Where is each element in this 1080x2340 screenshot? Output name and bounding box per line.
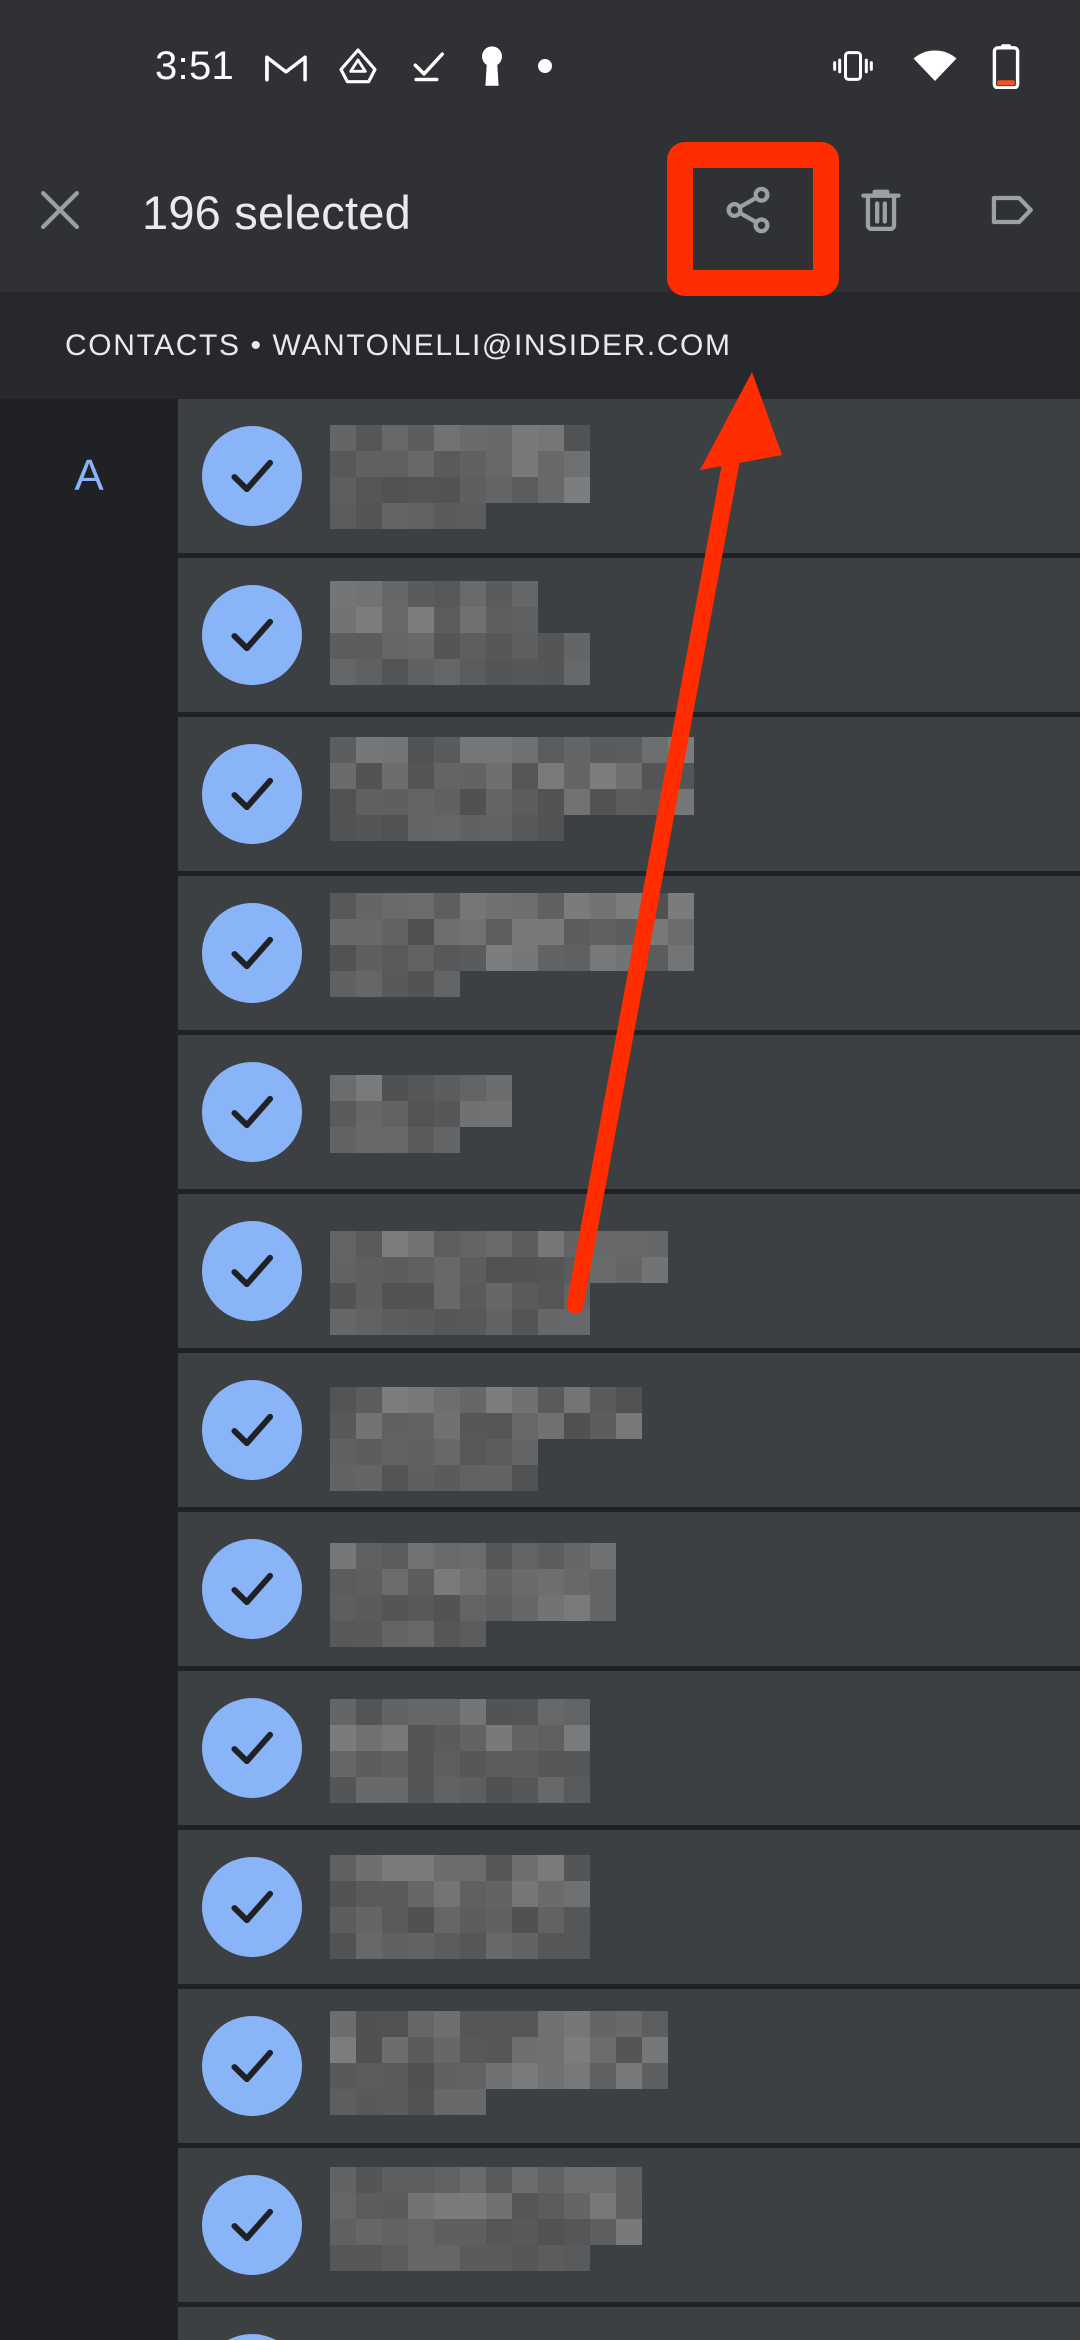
checked-circle [202,585,302,685]
check-icon [231,618,274,652]
contact-row[interactable] [0,1035,1080,1189]
status-bar-right [828,43,1036,89]
app-bar-actions [681,132,1080,292]
status-bar: 3:51 [0,0,1080,132]
close-icon [33,183,87,242]
checked-circle [202,2016,302,2116]
share-button[interactable] [681,132,814,292]
contact-checkbox[interactable] [178,2148,326,2302]
selection-count-title: 196 selected [142,185,411,239]
contact-row[interactable] [0,876,1080,1030]
check-icon [231,2208,274,2242]
contact-checkbox[interactable] [178,1194,326,1348]
wifi-icon [912,48,958,84]
account-header-label: CONTACTS • WANTONELLI@INSIDER.COM [65,328,732,362]
phone-screen: 3:51 196 selected CONTACTS • WANTONELLI@… [0,0,1080,2340]
contact-row[interactable] [0,2148,1080,2302]
contact-checkbox[interactable] [178,1512,326,1666]
section-letter: A [74,451,104,500]
vibrate-icon [828,49,878,83]
battery-low-icon [992,43,1020,89]
contact-row[interactable] [0,1671,1080,1825]
close-selection-button[interactable] [0,132,120,292]
check-icon [231,1890,274,1924]
contact-checkbox[interactable] [178,1989,326,2143]
checked-circle [202,903,302,1003]
checked-circle [202,1062,302,1162]
checked-circle [202,2175,302,2275]
status-bar-left: 3:51 [0,44,554,88]
drive-icon [338,46,378,86]
contact-checkbox[interactable] [178,1671,326,1825]
label-button[interactable] [947,132,1080,292]
tasks-check-icon [408,47,448,85]
checked-circle [202,1857,302,1957]
contact-checkbox[interactable] [178,558,326,712]
checked-circle [202,1698,302,1798]
contact-checkbox[interactable] [178,1035,326,1189]
selection-app-bar: 196 selected [0,132,1080,292]
check-icon [231,1254,274,1288]
checked-circle [202,2334,302,2340]
checked-circle [202,1221,302,1321]
contact-checkbox[interactable] [178,399,326,553]
delete-icon [854,183,908,242]
contact-row[interactable]: A [0,399,1080,553]
check-icon [231,459,274,493]
contact-checkbox[interactable] [178,2307,326,2340]
check-icon [231,1095,274,1129]
status-bar-clock: 3:51 [155,44,235,88]
checked-circle [202,1539,302,1639]
contact-row[interactable] [0,1353,1080,1507]
checked-circle [202,1380,302,1480]
share-icon [721,183,775,242]
gmail-icon [264,49,308,83]
check-icon [231,1413,274,1447]
contact-row[interactable] [0,2307,1080,2340]
contact-checkbox[interactable] [178,876,326,1030]
check-icon [231,936,274,970]
contact-checkbox[interactable] [178,717,326,871]
delete-button[interactable] [814,132,947,292]
contact-row[interactable] [0,558,1080,712]
contact-row[interactable] [0,1989,1080,2143]
contact-row[interactable] [0,1194,1080,1348]
check-icon [231,1572,274,1606]
keyhole-icon [478,44,506,88]
label-icon [985,181,1043,244]
contact-row[interactable] [0,717,1080,871]
contact-checkbox[interactable] [178,1353,326,1507]
checked-circle [202,744,302,844]
contact-row[interactable] [0,1512,1080,1666]
check-icon [231,2049,274,2083]
contact-checkbox[interactable] [178,1830,326,1984]
check-icon [231,777,274,811]
contact-row[interactable] [0,1830,1080,1984]
contact-list[interactable]: A [0,399,1080,2340]
checked-circle [202,426,302,526]
check-icon [231,1731,274,1765]
dot-icon [536,57,554,75]
account-header: CONTACTS • WANTONELLI@INSIDER.COM [0,292,1080,399]
